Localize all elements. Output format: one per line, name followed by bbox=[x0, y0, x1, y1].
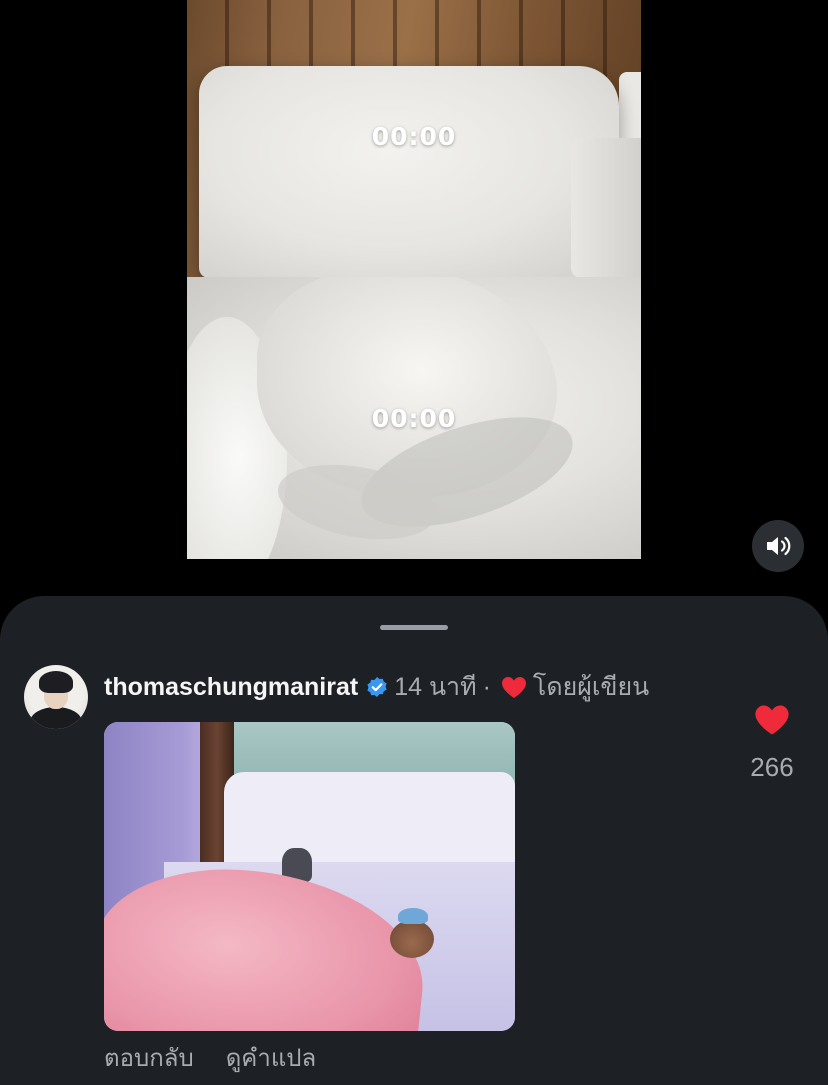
comment-username[interactable]: thomaschungmanirat bbox=[104, 673, 358, 702]
verified-badge-icon bbox=[366, 676, 388, 698]
video-timer-top: 00:00 bbox=[371, 122, 457, 151]
comment-meta: thomaschungmanirat 14 นาที · โดยผู้เขียน bbox=[104, 670, 649, 704]
comment-gif[interactable] bbox=[104, 722, 515, 1031]
separator-dot: · bbox=[482, 672, 491, 701]
drag-handle[interactable] bbox=[380, 625, 448, 630]
video-timer-bottom: 00:00 bbox=[371, 404, 457, 433]
like-button[interactable] bbox=[754, 704, 790, 736]
sound-toggle-button[interactable] bbox=[752, 520, 804, 572]
pillow-image bbox=[199, 66, 619, 277]
comment-actions: ตอบกลับ ดูคำแปล bbox=[104, 1038, 316, 1077]
liked-by-author-label: โดยผู้เขียน bbox=[532, 673, 650, 701]
nightcap bbox=[398, 908, 428, 924]
like-count: 266 bbox=[750, 752, 794, 782]
video-player[interactable]: 00:00 00:00 bbox=[187, 0, 641, 559]
reply-button[interactable]: ตอบกลับ bbox=[104, 1038, 194, 1077]
avatar[interactable] bbox=[24, 665, 88, 729]
see-translation-button[interactable]: ดูคำแปล bbox=[226, 1038, 317, 1077]
author-heart-icon bbox=[501, 676, 527, 699]
pillow-side bbox=[571, 138, 641, 277]
cartoon-mouse bbox=[390, 920, 434, 958]
heart-icon bbox=[755, 705, 789, 735]
comment-timestamp: 14 นาที bbox=[394, 673, 477, 701]
speaker-icon bbox=[767, 536, 791, 556]
